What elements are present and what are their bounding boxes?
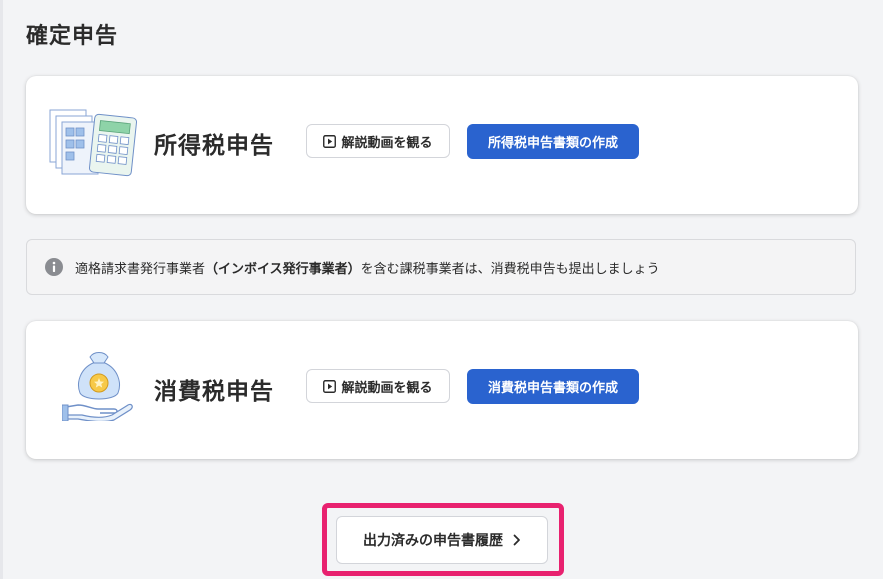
- consumption-tax-title: 消費税申告: [154, 379, 274, 405]
- left-edge-divider: [0, 0, 3, 579]
- consumption-tax-video-label: 解説動画を観る: [341, 380, 433, 396]
- money-bag-hand-illustration: [62, 352, 133, 421]
- income-tax-card: 所得税申告 解説動画を観る 所得税申告書類の作成: [26, 76, 858, 214]
- notice-text-before: 適格請求書発行事業者: [75, 261, 206, 277]
- income-tax-video-button[interactable]: 解説動画を観る: [306, 124, 450, 158]
- consumption-tax-create-label: 消費税申告書類の作成: [487, 381, 618, 396]
- income-tax-title: 所得税申告: [154, 133, 274, 159]
- consumption-tax-video-button[interactable]: 解説動画を観る: [306, 369, 450, 403]
- income-tax-video-label: 解説動画を観る: [341, 135, 433, 151]
- notice-text-strong: （インボイス発行事業者）: [205, 261, 361, 277]
- consumption-tax-card: 消費税申告 解説動画を観る 消費税申告書類の作成: [26, 321, 858, 459]
- notice-text-after: を含む課税事業者は、消費税申告も提出しましょう: [360, 261, 660, 277]
- invoice-notice: 適格請求書発行事業者 （インボイス発行事業者） を含む課税事業者は、消費税申告も提出…: [26, 239, 856, 295]
- chevron-right-icon: [513, 534, 520, 546]
- income-tax-create-label: 所得税申告書類の作成: [487, 136, 618, 151]
- filed-returns-history-button[interactable]: 出力済みの申告書履歴: [336, 516, 548, 564]
- play-icon: [323, 379, 337, 393]
- consumption-tax-create-button[interactable]: 消費税申告書類の作成: [467, 369, 639, 404]
- documents-calculator-illustration: [49, 109, 138, 177]
- income-tax-create-button[interactable]: 所得税申告書類の作成: [467, 124, 639, 159]
- page-title: 確定申告: [26, 24, 119, 49]
- history-label: 出力済みの申告書履歴: [363, 533, 503, 549]
- play-icon: [323, 134, 337, 148]
- page: 確定申告 所得税申告 解説動画を観る 所得税申告書類の作成 適格請求書発行事業者…: [0, 0, 883, 579]
- info-icon: [45, 258, 63, 276]
